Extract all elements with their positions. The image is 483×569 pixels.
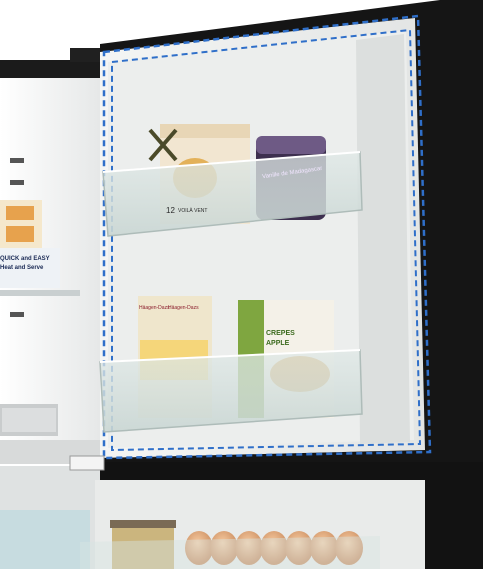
hinge bbox=[69, 455, 105, 471]
fridge-illustration bbox=[0, 0, 483, 569]
lower-compartment bbox=[0, 462, 483, 569]
fridge-scene: 12 VOILÀ VENT Vanille de Madagascar Häag… bbox=[0, 0, 483, 569]
fridge-left-cabinet bbox=[0, 48, 100, 464]
